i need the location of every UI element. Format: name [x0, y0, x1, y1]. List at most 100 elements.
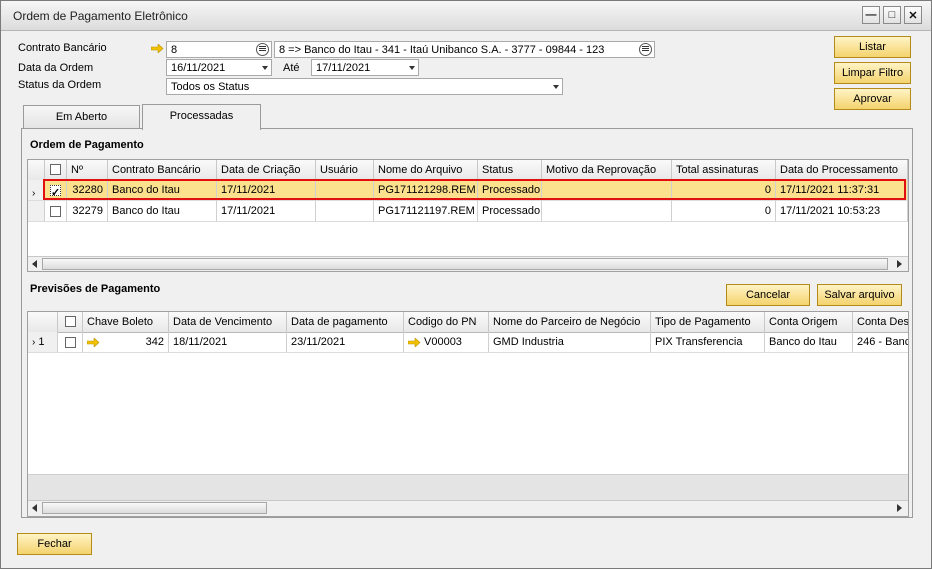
title-bar: Ordem de Pagamento Eletrônico — □ ✕	[1, 1, 931, 31]
scroll-left-icon[interactable]	[32, 260, 37, 268]
cell-assinaturas: 0	[672, 201, 776, 222]
table-row[interactable]: 32279 Banco do Itau 17/11/2021 PG1711211…	[28, 201, 908, 222]
cell-arquivo: PG171121197.REM	[374, 201, 478, 222]
limpar-filtro-button[interactable]: Limpar Filtro	[834, 62, 911, 84]
header-pagamento[interactable]: Data de pagamento	[287, 312, 404, 332]
select-all-checkbox[interactable]	[65, 316, 76, 327]
previsoes-horizontal-scrollbar[interactable]	[28, 500, 908, 516]
data-from-value: 16/11/2021	[171, 62, 226, 74]
choose-list-icon[interactable]	[639, 43, 652, 56]
row-pointer-icon: ›	[32, 337, 36, 348]
table-row[interactable]: › ✓ 32280 Banco do Itau 17/11/2021 PG171…	[28, 179, 908, 201]
cell-vencimento: 18/11/2021	[169, 332, 287, 353]
scroll-thumb[interactable]	[42, 502, 267, 514]
scroll-thumb[interactable]	[42, 258, 888, 270]
ordem-grid: Nº Contrato Bancário Data de Criação Usu…	[27, 159, 909, 272]
close-button[interactable]: ✕	[904, 6, 922, 24]
cell-processamento: 17/11/2021 10:53:23	[776, 201, 908, 222]
header-arquivo[interactable]: Nome do Arquivo	[374, 160, 478, 180]
link-arrow-icon[interactable]	[151, 44, 164, 53]
contrato-value: 8	[171, 44, 178, 56]
cell-chave: 342	[83, 332, 169, 353]
minimize-button[interactable]: —	[862, 6, 880, 24]
salvar-arquivo-button[interactable]: Salvar arquivo	[817, 284, 902, 306]
select-all-checkbox[interactable]	[50, 164, 61, 175]
header-usuario[interactable]: Usuário	[316, 160, 374, 180]
cell-contrato: Banco do Itau	[108, 201, 217, 222]
payment-order-window: Ordem de Pagamento Eletrônico — □ ✕ Cont…	[0, 0, 932, 569]
row-checkbox-cell[interactable]	[45, 201, 67, 222]
cell-criacao: 17/11/2021	[217, 201, 316, 222]
header-origem[interactable]: Conta Origem	[765, 312, 853, 332]
aprovar-button[interactable]: Aprovar	[834, 88, 911, 110]
header-assinaturas[interactable]: Total assinaturas	[672, 160, 776, 180]
cell-status: Processado	[478, 180, 542, 201]
data-from-input[interactable]: 16/11/2021	[166, 59, 272, 76]
row-selector[interactable]: ›	[28, 180, 45, 201]
scroll-right-icon[interactable]	[897, 260, 902, 268]
contrato-input[interactable]: 8	[166, 41, 272, 58]
row-checkbox[interactable]	[50, 206, 61, 217]
status-select[interactable]: Todos os Status	[166, 78, 563, 95]
cell-pagamento: 23/11/2021	[287, 332, 404, 353]
ordem-horizontal-scrollbar[interactable]	[28, 256, 908, 271]
close-icon: ✕	[908, 9, 918, 22]
row-checkbox[interactable]	[65, 337, 76, 348]
tab-processadas[interactable]: Processadas	[142, 104, 261, 130]
cell-contrato: Banco do Itau	[108, 180, 217, 201]
row-checkbox-cell[interactable]	[58, 332, 83, 353]
header-chave[interactable]: Chave Boleto	[83, 312, 169, 332]
header-codigo[interactable]: Codigo do PN	[404, 312, 489, 332]
header-criacao[interactable]: Data de Criação	[217, 160, 316, 180]
codigo-value: V00003	[424, 336, 462, 348]
maximize-button[interactable]: □	[883, 6, 901, 24]
row-selector-header	[28, 160, 45, 180]
chave-value: 342	[145, 336, 164, 348]
dropdown-arrow-icon[interactable]	[409, 66, 415, 70]
scroll-right-icon[interactable]	[897, 504, 902, 512]
cell-criacao: 17/11/2021	[217, 180, 316, 201]
minimize-icon: —	[865, 9, 877, 21]
cell-origem: Banco do Itau	[765, 332, 853, 353]
data-ordem-label: Data da Ordem	[18, 62, 94, 74]
dropdown-arrow-icon[interactable]	[553, 85, 559, 89]
row-selector-header	[28, 312, 58, 332]
cell-numero: 32279	[67, 201, 108, 222]
fechar-button[interactable]: Fechar	[17, 533, 92, 555]
row-pointer-icon: ›	[32, 188, 36, 199]
checkmark-icon: ✓	[51, 187, 61, 199]
contrato-label: Contrato Bancário	[18, 42, 107, 54]
header-vencimento[interactable]: Data de Vencimento	[169, 312, 287, 332]
maximize-icon: □	[888, 9, 896, 21]
choose-list-icon[interactable]	[256, 43, 269, 56]
tab-em-aberto[interactable]: Em Aberto	[23, 105, 140, 129]
header-processamento[interactable]: Data do Processamento	[776, 160, 908, 180]
data-to-input[interactable]: 17/11/2021	[311, 59, 419, 76]
data-to-value: 17/11/2021	[316, 62, 371, 74]
cell-status: Processado	[478, 201, 542, 222]
scroll-left-icon[interactable]	[32, 504, 37, 512]
listar-button[interactable]: Listar	[834, 36, 911, 58]
header-contrato[interactable]: Contrato Bancário	[108, 160, 217, 180]
header-parceiro[interactable]: Nome do Parceiro de Negócio	[489, 312, 651, 332]
link-arrow-icon[interactable]	[87, 338, 100, 347]
cell-motivo	[542, 180, 672, 201]
link-arrow-icon[interactable]	[408, 337, 421, 347]
select-all-header[interactable]	[58, 312, 83, 332]
row-checkbox[interactable]: ✓	[50, 185, 61, 199]
cell-assinaturas: 0	[672, 180, 776, 201]
header-destino[interactable]: Conta Des	[853, 312, 908, 332]
row-selector[interactable]	[28, 201, 45, 222]
header-tipo[interactable]: Tipo de Pagamento	[651, 312, 765, 332]
dropdown-arrow-icon[interactable]	[262, 66, 268, 70]
row-checkbox-cell[interactable]: ✓	[45, 180, 67, 201]
select-all-header[interactable]	[45, 160, 67, 180]
header-numero[interactable]: Nº	[67, 160, 108, 180]
contrato-description: 8 => Banco do Itau - 341 - Itaú Unibanco…	[274, 41, 655, 58]
header-status[interactable]: Status	[478, 160, 542, 180]
table-row[interactable]: › 1 342 18/11/2021 23/11/2021 V00003 GMD…	[28, 332, 908, 353]
row-selector[interactable]: › 1	[28, 332, 58, 353]
header-motivo[interactable]: Motivo da Reprovação	[542, 160, 672, 180]
cancelar-button[interactable]: Cancelar	[726, 284, 810, 306]
cell-usuario	[316, 180, 374, 201]
